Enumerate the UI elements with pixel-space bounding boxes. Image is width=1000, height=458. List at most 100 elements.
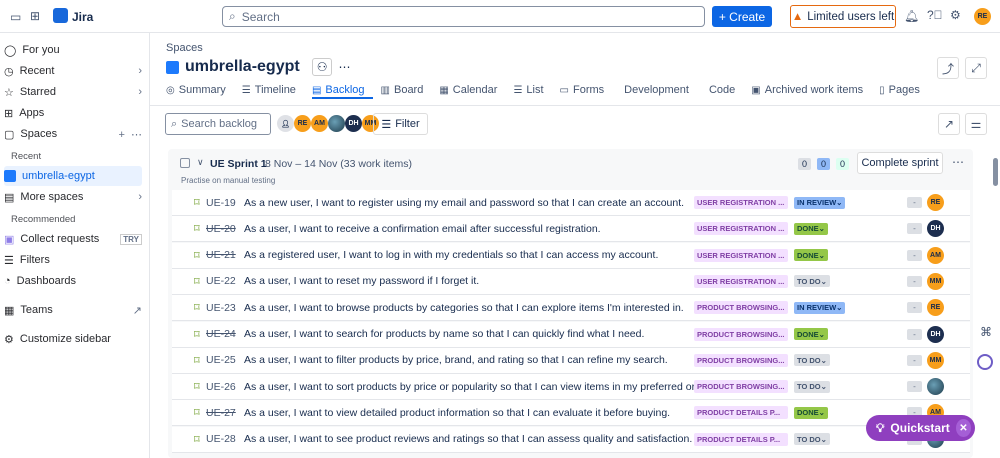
filter-button[interactable]: ☰ Filter — [373, 113, 428, 135]
user-avatar[interactable]: RE — [974, 8, 991, 25]
tab-forms[interactable]: ▭ Forms — [560, 83, 613, 97]
status-dropdown[interactable]: DONE ⌄ — [794, 222, 828, 235]
tab-board[interactable]: ▥ Board — [381, 83, 432, 97]
status-dropdown[interactable]: TO DO ⌄ — [794, 380, 830, 393]
tab-list[interactable]: ☰ List — [513, 83, 551, 97]
sidebar-item-dashboards[interactable]: ◔ Dashboards — [4, 271, 142, 291]
unassigned-avatar[interactable]: 👤︎ — [277, 115, 294, 132]
sprint-more-icon[interactable]: ⋯ — [952, 155, 964, 169]
issue-summary[interactable]: As a user, I want to receive a confirmat… — [244, 223, 601, 235]
issue-summary[interactable]: As a user, I want to filter products by … — [244, 354, 668, 366]
estimate[interactable]: - — [907, 328, 922, 340]
more-icon[interactable]: ⋯ — [338, 60, 350, 74]
tab-backlog[interactable]: ▤ Backlog — [311, 83, 373, 99]
estimate[interactable]: - — [907, 381, 922, 393]
add-space-icon[interactable]: + ⋯ — [118, 128, 142, 141]
assignee-avatar[interactable]: RE — [927, 194, 944, 211]
assignee-avatar[interactable]: MM — [927, 351, 944, 369]
issue-row[interactable]: ⌑ UE-28 As a user, I want to see product r… — [172, 426, 970, 453]
team-icon[interactable]: ⚇ — [311, 58, 333, 76]
sidebar-item-spaces[interactable]: ▢ Spaces + ⋯ — [4, 124, 142, 144]
app-switcher-icon[interactable]: ⊞ — [30, 9, 40, 23]
issue-key[interactable]: UE-23 — [206, 302, 236, 314]
issue-row[interactable]: ⌑ UE-19 As a new user, I want to register … — [172, 190, 970, 216]
chevron-down-icon[interactable]: ∨ — [197, 157, 204, 168]
estimate[interactable]: - — [907, 249, 922, 261]
issue-summary[interactable]: As a user, I want to view detailed produ… — [244, 407, 670, 419]
status-dropdown[interactable]: DONE ⌄ — [794, 249, 828, 262]
sprint-checkbox[interactable] — [180, 158, 190, 168]
complete-sprint-button[interactable]: Complete sprint — [857, 152, 943, 174]
issue-row[interactable]: ⌑ UE-21 As a registered user, I want to lo… — [172, 242, 970, 269]
status-dropdown[interactable]: DONE ⌄ — [794, 328, 828, 340]
app-name[interactable]: Jira — [72, 10, 93, 24]
view-settings-icon[interactable]: ⚌ — [965, 113, 987, 135]
sidebar-item-recent[interactable]: ◷ Recent › — [4, 61, 142, 81]
status-dropdown[interactable]: TO DO ⌄ — [794, 433, 830, 446]
breadcrumb[interactable]: Spaces — [166, 42, 203, 54]
sidebar-item-customize[interactable]: ⚙ Customize sidebar — [4, 329, 142, 349]
assignee-avatar[interactable]: MM — [927, 272, 944, 290]
epic-badge[interactable]: PRODUCT BROWSING... — [694, 327, 788, 341]
issue-summary[interactable]: As a user, I want to browse products by … — [244, 302, 684, 314]
issue-summary[interactable]: As a user, I want to reset my password i… — [244, 275, 479, 287]
sidebar-item-filters[interactable]: ☰ Filters — [4, 250, 142, 270]
avatar[interactable]: AM — [311, 115, 328, 132]
epic-badge[interactable]: PRODUCT BROWSING... — [694, 301, 788, 315]
status-dropdown[interactable]: TO DO ⌄ — [794, 354, 830, 367]
issue-summary[interactable]: As a user, I want to sort products by pr… — [244, 381, 703, 393]
issue-key[interactable]: UE-28 — [206, 433, 236, 445]
avatar[interactable]: DH — [345, 115, 362, 132]
issue-summary[interactable]: As a registered user, I want to log in w… — [244, 249, 658, 261]
issue-key[interactable]: UE-22 — [206, 275, 236, 287]
issue-row[interactable]: ⌑ UE-27 As a user, I want to view detailed… — [172, 400, 970, 427]
epic-badge[interactable]: USER REGISTRATION ... — [694, 274, 788, 288]
issue-key[interactable]: UE-21 — [206, 249, 236, 261]
estimate[interactable]: - — [907, 275, 922, 287]
issue-key[interactable]: UE-20 — [206, 223, 236, 235]
status-dropdown[interactable]: IN REVIEW ⌄ — [794, 196, 846, 209]
fullscreen-icon[interactable]: ⤢ — [965, 57, 987, 79]
sidebar-toggle-icon[interactable]: ▭ — [10, 10, 21, 24]
estimate[interactable]: - — [907, 223, 922, 235]
tab-archived-work-items[interactable]: ▣ Archived work items — [751, 83, 871, 97]
limited-users-button[interactable]: ▲ Limited users left — [790, 5, 896, 28]
sidebar-item-umbrella-egypt[interactable]: umbrella-egypt — [4, 166, 142, 186]
issue-summary[interactable]: As a new user, I want to register using … — [244, 197, 684, 209]
close-icon[interactable]: ✕ — [955, 419, 971, 437]
avatar[interactable]: RE — [294, 115, 311, 132]
tab-code[interactable]: Code — [705, 83, 743, 97]
global-search-input[interactable]: ⌕ Search — [222, 6, 705, 27]
status-dropdown[interactable]: DONE ⌄ — [794, 406, 828, 419]
tab-development[interactable]: Development — [620, 83, 697, 97]
create-button[interactable]: + Create — [712, 6, 772, 27]
sidebar-item-starred[interactable]: ☆ Starred › — [4, 82, 142, 102]
help-icon[interactable]: ?⃝ — [927, 8, 943, 22]
sidebar-item-apps[interactable]: ⊞ Apps — [4, 103, 142, 123]
issue-key[interactable]: UE-19 — [206, 197, 236, 209]
assignee-avatar[interactable]: DH — [927, 325, 944, 343]
issue-row[interactable]: ⌑ UE-24 As a user, I want to search for pr… — [172, 321, 970, 348]
issue-summary[interactable]: As a user, I want to see product reviews… — [244, 433, 692, 445]
tab-calendar[interactable]: ▦ Calendar — [439, 83, 505, 97]
shortcuts-icon[interactable]: ⌘ — [980, 325, 992, 339]
issue-row[interactable]: ⌑ UE-23 As a user, I want to browse produc… — [172, 295, 970, 322]
bell-icon[interactable]: 🔔︎ — [904, 9, 919, 23]
estimate[interactable]: - — [907, 197, 922, 208]
quickstart-button[interactable]: 💡︎ Quickstart ✕ — [866, 415, 975, 441]
assignee-avatar[interactable] — [927, 378, 944, 396]
assignee-avatar[interactable]: RE — [927, 299, 944, 317]
jira-logo[interactable] — [53, 8, 68, 23]
tab-summary[interactable]: ◎ Summary — [166, 83, 234, 97]
issue-row[interactable]: ⌑ UE-25 As a user, I want to filter produc… — [172, 347, 970, 374]
epic-badge[interactable]: PRODUCT BROWSING... — [694, 353, 788, 367]
scrollbar[interactable] — [993, 158, 998, 186]
assistant-icon[interactable] — [977, 354, 993, 370]
issue-key[interactable]: UE-24 — [206, 328, 236, 340]
epic-badge[interactable]: PRODUCT DETAILS P... — [694, 406, 788, 420]
issue-key[interactable]: UE-26 — [206, 381, 236, 393]
issue-key[interactable]: UE-27 — [206, 407, 236, 419]
estimate[interactable]: - — [907, 354, 922, 366]
share-icon[interactable]: ⤴ — [937, 57, 959, 79]
issue-row[interactable]: ⌑ UE-20 As a user, I want to receive a con… — [172, 216, 970, 243]
